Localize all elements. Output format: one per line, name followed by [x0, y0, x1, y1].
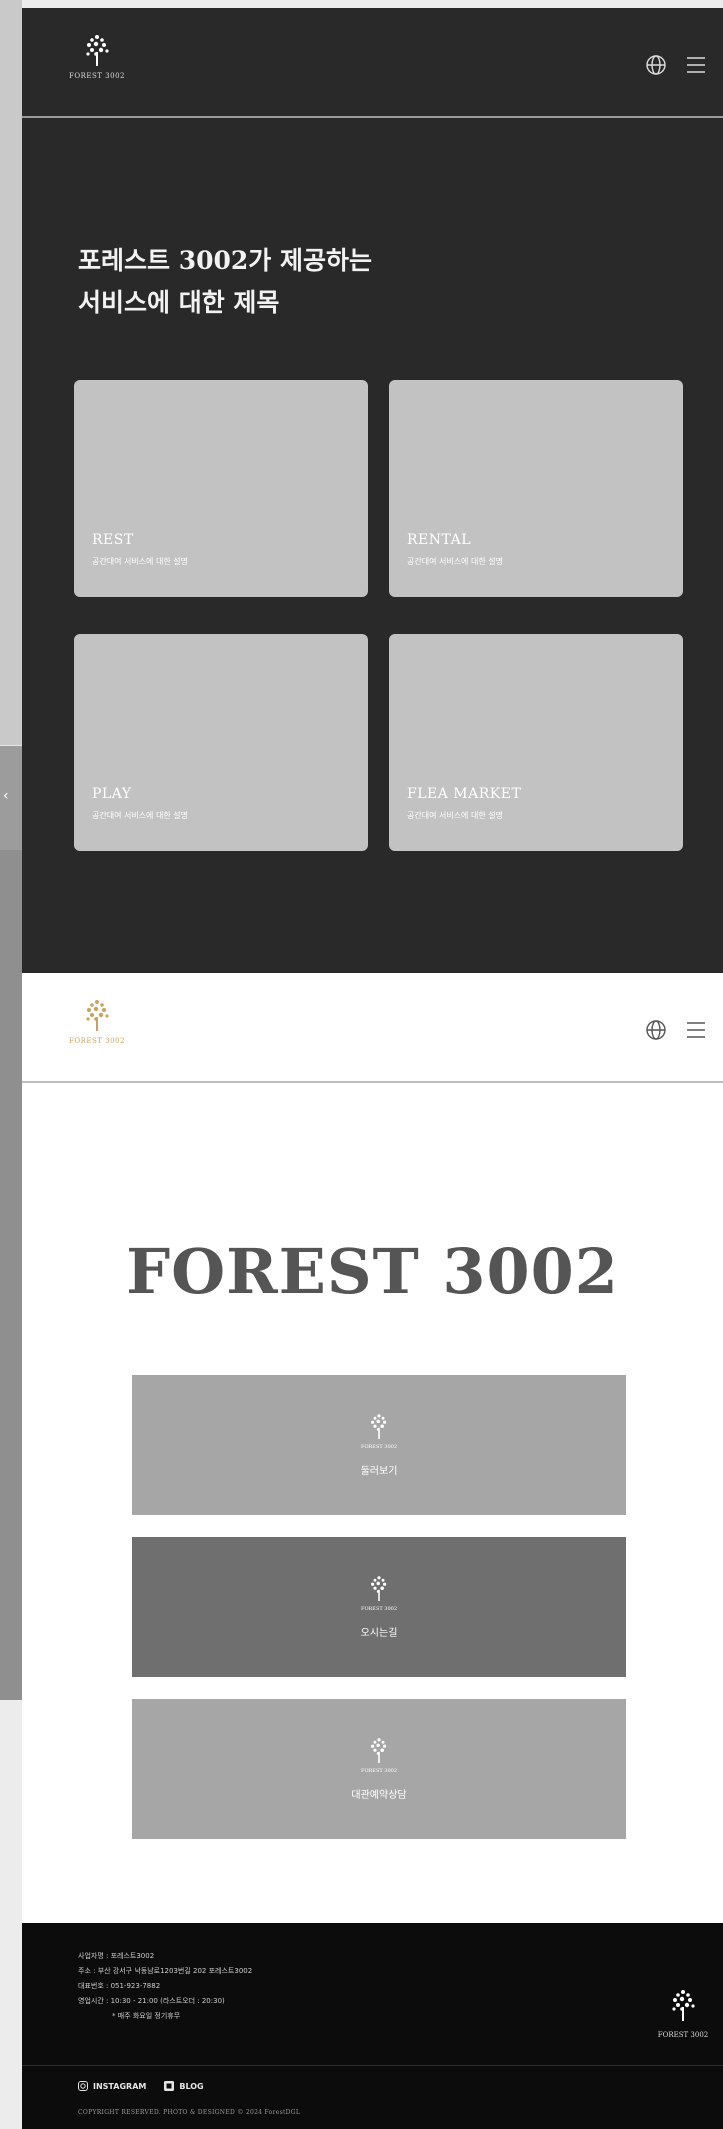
- services-section: FOREST 3002 포레스트 3002가 제공하는 서비스에 대한 제목 R…: [22, 8, 723, 973]
- footer-logo-text: FOREST 3002: [657, 2031, 709, 2039]
- service-card-play[interactable]: PLAY 공간대여 서비스에 대한 설명: [74, 634, 368, 851]
- card-desc: 공간대여 서비스에 대한 설명: [407, 811, 503, 820]
- card-desc: 공간대여 서비스에 대한 설명: [407, 557, 503, 566]
- tree-logo-icon: [371, 1414, 387, 1439]
- menu-button[interactable]: [683, 52, 709, 78]
- logo[interactable]: FOREST 3002: [62, 999, 132, 1059]
- footer-links: INSTAGRAM BLOG: [78, 2081, 204, 2091]
- logo-text: FOREST 3002: [69, 72, 125, 80]
- header-dark: FOREST 3002: [22, 8, 723, 118]
- card-desc: 공간대여 서비스에 대한 설명: [92, 557, 188, 566]
- menu-label: 둘러보기: [360, 1466, 398, 1477]
- left-edge-panel-lower: [0, 850, 22, 1700]
- tree-logo-icon: [86, 35, 109, 66]
- menu-block-directions[interactable]: FOREST 3002 오시는길: [132, 1537, 626, 1677]
- page: FOREST 3002 포레스트 3002가 제공하는 서비스에 대한 제목 R…: [22, 0, 723, 2129]
- card-title: PLAY: [92, 786, 132, 802]
- left-edge-panel: [0, 0, 22, 745]
- service-cards: REST 공간대여 서비스에 대한 설명 RENTAL 공간대여 서비스에 대한…: [74, 380, 684, 851]
- services-title-line1: 포레스트 3002가 제공하는: [78, 246, 372, 275]
- hamburger-icon: [687, 57, 705, 73]
- menu-label: 오시는길: [360, 1628, 398, 1639]
- instagram-link[interactable]: INSTAGRAM: [78, 2081, 146, 2091]
- card-title: RENTAL: [407, 532, 471, 548]
- footer-hours: 영업시간 : 10:30 - 21:00 (라스트오더 : 20:30): [78, 1997, 225, 2005]
- blog-label: BLOG: [179, 2081, 204, 2091]
- footer-phone: 대표번호 : 051-923-7882: [78, 1982, 161, 1990]
- main-section: FOREST 3002 FOREST 3002 FOREST 3002 둘러보기…: [22, 973, 723, 1923]
- header-light: FOREST 3002: [22, 973, 723, 1083]
- header-actions: [643, 52, 709, 78]
- tree-logo-icon: [371, 1738, 387, 1763]
- mini-logo-text: FOREST 3002: [360, 1444, 398, 1450]
- menu-label: 대관예약상담: [351, 1790, 407, 1801]
- tree-logo-icon: [672, 1990, 695, 2021]
- hamburger-icon: [687, 1022, 705, 1038]
- language-button[interactable]: [643, 1017, 669, 1043]
- blog-icon: [164, 2081, 175, 2091]
- services-title: 포레스트 3002가 제공하는 서비스에 대한 제목: [78, 240, 372, 324]
- side-collapse-tab[interactable]: ‹: [0, 745, 22, 850]
- footer-divider: [22, 2065, 723, 2066]
- service-card-flea-market[interactable]: FLEA MARKET 공간대여 서비스에 대한 설명: [389, 634, 683, 851]
- menu-block-tour[interactable]: FOREST 3002 둘러보기: [132, 1375, 626, 1515]
- footer-logo[interactable]: FOREST 3002: [653, 1989, 713, 2039]
- chevron-left-icon: ‹: [3, 788, 9, 804]
- instagram-icon: [78, 2081, 88, 2091]
- mini-logo-text: FOREST 3002: [360, 1606, 398, 1612]
- footer-info: 사업자명 : 포레스트3002 주소 : 부산 강서구 낙동남로1203번길 2…: [78, 1949, 252, 2024]
- footer: 사업자명 : 포레스트3002 주소 : 부산 강서구 낙동남로1203번길 2…: [22, 1923, 723, 2129]
- blog-link[interactable]: BLOG: [164, 2081, 204, 2091]
- tree-logo-icon: [86, 1000, 109, 1031]
- globe-icon: [646, 55, 666, 75]
- globe-icon: [646, 1020, 666, 1040]
- logo[interactable]: FOREST 3002: [62, 34, 132, 94]
- services-title-line2: 서비스에 대한 제목: [78, 288, 280, 317]
- language-button[interactable]: [643, 52, 669, 78]
- card-title: FLEA MARKET: [407, 786, 522, 802]
- menu-button[interactable]: [683, 1017, 709, 1043]
- header-actions: [643, 1017, 709, 1043]
- service-card-rest[interactable]: REST 공간대여 서비스에 대한 설명: [74, 380, 368, 597]
- mini-logo-text: FOREST 3002: [360, 1768, 398, 1774]
- footer-holiday: * 매주 화요일 정기휴무: [112, 2012, 181, 2020]
- card-title: REST: [92, 532, 134, 548]
- service-card-rental[interactable]: RENTAL 공간대여 서비스에 대한 설명: [389, 380, 683, 597]
- copyright: COPYRIGHT RESERVED. PHOTO & DESIGNED © 2…: [78, 2109, 301, 2116]
- logo-text: FOREST 3002: [69, 1037, 125, 1045]
- footer-business-name: 사업자명 : 포레스트3002: [78, 1952, 155, 1960]
- instagram-label: INSTAGRAM: [93, 2081, 147, 2091]
- card-desc: 공간대여 서비스에 대한 설명: [92, 811, 188, 820]
- menu-block-reservation[interactable]: FOREST 3002 대관예약상담: [132, 1699, 626, 1839]
- brand-title: FOREST 3002: [126, 1235, 619, 1308]
- tree-logo-icon: [371, 1576, 387, 1601]
- footer-address: 주소 : 부산 강서구 낙동남로1203번길 202 포레스트3002: [78, 1967, 253, 1975]
